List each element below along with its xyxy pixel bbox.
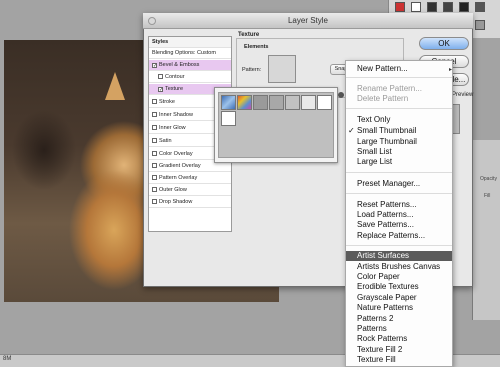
menu-separator <box>346 108 452 109</box>
checkbox-icon[interactable] <box>158 74 163 79</box>
gear-icon[interactable] <box>338 92 344 98</box>
menu-item-new-pattern[interactable]: New Pattern... <box>346 64 452 74</box>
style-item-label: Color Overlay <box>159 151 193 157</box>
checkbox-icon[interactable] <box>152 163 157 168</box>
pattern-swatch[interactable] <box>268 55 296 83</box>
checkbox-icon[interactable] <box>152 199 157 204</box>
checkbox-icon[interactable] <box>152 151 157 156</box>
menu-separator <box>346 172 452 173</box>
pattern-label: Pattern: <box>242 67 262 73</box>
menu-item-delete-pattern: Delete Pattern <box>357 94 409 103</box>
pattern-thumbnail[interactable] <box>221 95 236 110</box>
layers-panel-edge <box>472 140 500 320</box>
pattern-thumbnail[interactable] <box>269 95 284 110</box>
swatch-icon[interactable] <box>395 2 405 12</box>
checkmark-icon: ✓ <box>348 126 355 135</box>
menu-separator <box>346 77 452 78</box>
opacity-label: Opacity <box>480 176 497 182</box>
menu-item-erodible-textures[interactable]: Erodible Textures <box>346 282 452 292</box>
menu-item-load-patterns[interactable]: Load Patterns... <box>346 210 452 220</box>
swatch-icon[interactable] <box>475 20 485 30</box>
swatch-icon[interactable] <box>427 2 437 12</box>
menu-item-patterns-2[interactable]: Patterns 2 <box>346 314 452 324</box>
style-item-label: Bevel & Emboss <box>159 62 200 68</box>
checkbox-icon[interactable] <box>152 99 157 104</box>
menu-item-reset-patterns[interactable]: Reset Patterns... <box>346 200 452 210</box>
dialog-title: Layer Style <box>287 16 329 25</box>
preview-checkbox-label[interactable]: Preview <box>452 92 473 98</box>
swatch-icon[interactable] <box>443 2 453 12</box>
swatch-icon[interactable] <box>459 2 469 12</box>
swatch-icon[interactable] <box>475 2 485 12</box>
menu-item-texture-fill-2[interactable]: Texture Fill 2 <box>346 345 452 355</box>
style-item-label: Contour <box>165 74 185 80</box>
style-item-label: Texture <box>165 86 184 92</box>
menu-item-rename-pattern: Rename Pattern... <box>357 84 422 93</box>
menu-item-texture-fill[interactable]: Texture Fill <box>346 355 452 365</box>
elements-label: Elements <box>244 44 269 50</box>
checkbox-icon[interactable]: ✓ <box>152 63 157 69</box>
pattern-thumbnail[interactable] <box>237 95 252 110</box>
status-text: 8M <box>3 356 12 362</box>
fill-label: Fill <box>484 193 491 199</box>
style-item-label: Stroke <box>159 99 175 105</box>
menu-item-label: Small Thumbnail <box>357 126 417 135</box>
checkbox-icon[interactable] <box>152 187 157 192</box>
styles-header[interactable]: Styles <box>149 37 231 48</box>
menu-item-artist-surfaces[interactable]: Artist Surfaces <box>346 251 452 261</box>
style-item-label: Outer Glow <box>159 187 187 193</box>
style-item-label: Drop Shadow <box>159 199 193 205</box>
style-item-contour[interactable]: Contour <box>149 72 231 83</box>
style-item-label: Inner Shadow <box>159 112 193 118</box>
swatch-icon[interactable] <box>411 2 421 12</box>
menu-item-artists-brushes-canvas[interactable]: Artists Brushes Canvas <box>346 262 452 272</box>
checkbox-icon[interactable] <box>152 175 157 180</box>
style-item-label: Inner Glow <box>159 125 186 131</box>
style-item-pattern-overlay[interactable]: Pattern Overlay <box>149 173 231 184</box>
style-item-label: Satin <box>159 138 172 144</box>
menu-item-small-thumbnail[interactable]: ✓ Small Thumbnail <box>346 126 452 136</box>
pattern-thumbnail[interactable] <box>221 111 236 126</box>
menu-separator <box>346 245 452 246</box>
menu-item-replace-patterns[interactable]: Replace Patterns... <box>346 231 452 241</box>
blending-options-item[interactable]: Blending Options: Custom <box>149 48 231 59</box>
pattern-thumbnail[interactable] <box>317 95 332 110</box>
pattern-thumbnail[interactable] <box>285 95 300 110</box>
menu-item-large-list[interactable]: Large List <box>346 157 452 167</box>
menu-item-color-paper[interactable]: Color Paper <box>346 272 452 282</box>
style-item-drop-shadow[interactable]: Drop Shadow <box>149 197 231 208</box>
style-item-label: Gradient Overlay <box>159 163 201 169</box>
menu-item-text-only[interactable]: Text Only <box>346 115 452 125</box>
style-item-bevel-emboss[interactable]: ✓ Bevel & Emboss <box>149 60 231 71</box>
menu-item-grayscale-paper[interactable]: Grayscale Paper <box>346 293 452 303</box>
ok-button[interactable]: OK <box>419 37 469 50</box>
texture-section-title: Texture <box>238 32 260 38</box>
checkbox-icon[interactable]: ✓ <box>158 87 163 93</box>
menu-item-save-patterns[interactable]: Save Patterns... <box>346 220 452 230</box>
menu-item-rock-patterns[interactable]: Rock Patterns <box>346 334 452 344</box>
menu-item-preset-manager[interactable]: Preset Manager... <box>346 179 452 189</box>
checkbox-icon[interactable] <box>152 125 157 130</box>
menu-item-nature-patterns[interactable]: Nature Patterns <box>346 303 452 313</box>
menu-item-small-list[interactable]: Small List <box>346 147 452 157</box>
pattern-thumbnail-grid <box>218 92 334 158</box>
style-item-outer-glow[interactable]: Outer Glow <box>149 185 231 196</box>
checkbox-icon[interactable] <box>152 138 157 143</box>
pattern-thumbnail[interactable] <box>253 95 268 110</box>
checkbox-icon[interactable] <box>152 112 157 117</box>
menu-item-large-thumbnail[interactable]: Large Thumbnail <box>346 137 452 147</box>
menu-item-patterns[interactable]: Patterns <box>346 324 452 334</box>
style-item-label: Pattern Overlay <box>159 175 198 181</box>
cat-ear-shape <box>105 72 125 100</box>
menu-separator <box>346 193 452 194</box>
pattern-thumbnail[interactable] <box>301 95 316 110</box>
